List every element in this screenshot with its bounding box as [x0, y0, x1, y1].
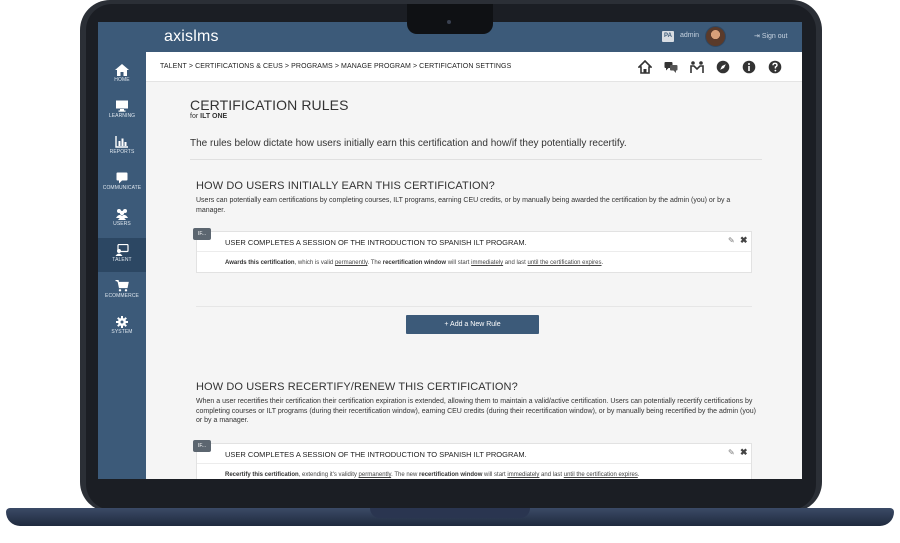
camera-icon: [447, 20, 451, 24]
rule-divider: [197, 463, 751, 464]
rule-outcome: Recertify this certification, extending …: [225, 472, 639, 478]
rule-divider: [197, 251, 751, 252]
page-subtitle-name: ILT ONE: [200, 113, 228, 120]
page-intro: The rules below dictate how users initia…: [190, 138, 627, 149]
sign-out-icon: ⇥: [754, 33, 762, 40]
edit-icon[interactable]: ✎: [728, 236, 735, 245]
monitor-icon: [116, 100, 128, 112]
rule-action: Awards this certification: [225, 260, 295, 266]
laptop-base-notch: [370, 508, 530, 518]
sidebar-item-talent[interactable]: TALENT: [98, 238, 146, 272]
help-icon[interactable]: [768, 60, 782, 74]
sidebar-item-home[interactable]: HOME: [98, 58, 146, 92]
sign-out-link[interactable]: ⇥ Sign out: [754, 32, 788, 40]
rule-condition: USER COMPLETES A SESSION OF THE INTRODUC…: [225, 238, 527, 247]
camera-notch: [407, 4, 493, 34]
rule-condition: USER COMPLETES A SESSION OF THE INTRODUC…: [225, 450, 527, 459]
delete-icon[interactable]: ✖: [740, 235, 748, 246]
recert-window-label: recertification window: [419, 472, 483, 478]
rule-text: and last: [539, 472, 564, 478]
sidebar-item-users[interactable]: USERS: [98, 202, 146, 236]
start-link[interactable]: immediately: [471, 260, 503, 266]
rule-text: . The: [367, 260, 383, 266]
sign-out-label: Sign out: [761, 33, 788, 40]
edit-icon[interactable]: ✎: [728, 448, 735, 457]
rule-text: will start: [482, 472, 508, 478]
recert-window-label: recertification window: [382, 260, 447, 266]
chat-icon[interactable]: [664, 60, 678, 74]
sidebar-item-ecommerce[interactable]: ECOMMERCE: [98, 274, 146, 308]
page-subtitle: for ILT ONE: [190, 113, 227, 120]
sidebar-item-communicate[interactable]: COMMUNICATE: [98, 166, 146, 200]
section-divider: [196, 306, 752, 307]
delete-icon[interactable]: ✖: [740, 447, 748, 458]
earn-section-desc: Users can potentially earn certification…: [196, 197, 731, 214]
sidebar-item-label: TALENT: [112, 257, 132, 263]
recertify-section-title: HOW DO USERS RECERTIFY/RENEW THIS CERTIF…: [196, 381, 518, 393]
breadcrumb[interactable]: TALENT > CERTIFICATIONS & CEUS > PROGRAM…: [160, 63, 511, 70]
recertify-rule-card[interactable]: IF... USER COMPLETES A SESSION OF THE IN…: [193, 440, 752, 479]
page-subtitle-prefix: for: [190, 113, 199, 120]
talent-icon: [115, 244, 129, 256]
chat-icon: [116, 172, 128, 184]
sidebar-item-label: LEARNING: [108, 113, 136, 119]
sidebar-item-system[interactable]: SYSTEM: [98, 310, 146, 344]
sidebar-item-label: COMMUNICATE: [102, 185, 142, 191]
breadcrumb-bar: TALENT > CERTIFICATIONS & CEUS > PROGRAM…: [146, 52, 802, 82]
divider: [190, 159, 762, 160]
avatar[interactable]: [705, 26, 726, 47]
earn-rule-card[interactable]: IF... USER COMPLETES A SESSION OF THE IN…: [193, 228, 752, 273]
recertify-section-desc: When a user recertifies their certificat…: [196, 398, 756, 424]
validity-link[interactable]: permanently: [359, 472, 392, 478]
main-content: CERTIFICATION RULES for ILT ONE The rule…: [146, 82, 802, 479]
home-icon[interactable]: [638, 60, 652, 74]
rule-text: will start: [446, 260, 472, 266]
chart-icon: [115, 136, 128, 148]
rule-text: . The new: [391, 472, 420, 478]
sidebar-item-reports[interactable]: REPORTS: [98, 130, 146, 164]
page-title: CERTIFICATION RULES: [190, 97, 349, 113]
users-icon: [116, 209, 128, 220]
toolbar-icons: [638, 60, 782, 74]
sidebar-item-label: SYSTEM: [111, 329, 133, 335]
screen: axislms PA admin ⇥ Sign out HOME LEARNIN…: [98, 22, 802, 479]
user-name[interactable]: admin: [680, 32, 699, 39]
if-badge: IF...: [193, 228, 211, 240]
validity-link[interactable]: permanently: [335, 260, 368, 266]
add-rule-button[interactable]: + Add a New Rule: [406, 315, 539, 334]
rule-text: , extending it's validity: [298, 472, 359, 478]
if-badge: IF...: [193, 440, 211, 452]
rule-outcome: Awards this certification, which is vali…: [225, 260, 603, 266]
sidebar-item-label: ECOMMERCE: [105, 293, 139, 299]
handshake-icon[interactable]: [690, 60, 704, 74]
earn-section-title: HOW DO USERS INITIALLY EARN THIS CERTIFI…: [196, 180, 495, 192]
duration-link[interactable]: until the certification expires: [564, 472, 638, 478]
sidebar-item-label: USERS: [113, 221, 131, 227]
sidebar-item-learning[interactable]: LEARNING: [98, 94, 146, 128]
rule-action: Recertify this certification: [225, 472, 299, 478]
info-icon[interactable]: [742, 60, 756, 74]
sidebar-item-label: REPORTS: [109, 149, 135, 155]
app-logo[interactable]: axislms: [164, 28, 219, 46]
user-badge[interactable]: PA: [662, 31, 674, 42]
home-icon: [115, 64, 129, 76]
cart-icon: [115, 280, 129, 292]
sidebar-item-label: HOME: [114, 77, 130, 83]
rule-text: and last: [503, 260, 528, 266]
rule-text: .: [637, 472, 640, 478]
gear-icon: [116, 316, 128, 328]
start-link[interactable]: immediately: [507, 472, 539, 478]
rule-text: .: [601, 260, 604, 266]
sidebar: HOME LEARNING REPORTS COMMUNICATE USERS …: [98, 52, 146, 479]
duration-link[interactable]: until the certification expires: [527, 260, 601, 266]
compass-icon[interactable]: [716, 60, 730, 74]
rule-text: , which is valid: [294, 260, 335, 266]
